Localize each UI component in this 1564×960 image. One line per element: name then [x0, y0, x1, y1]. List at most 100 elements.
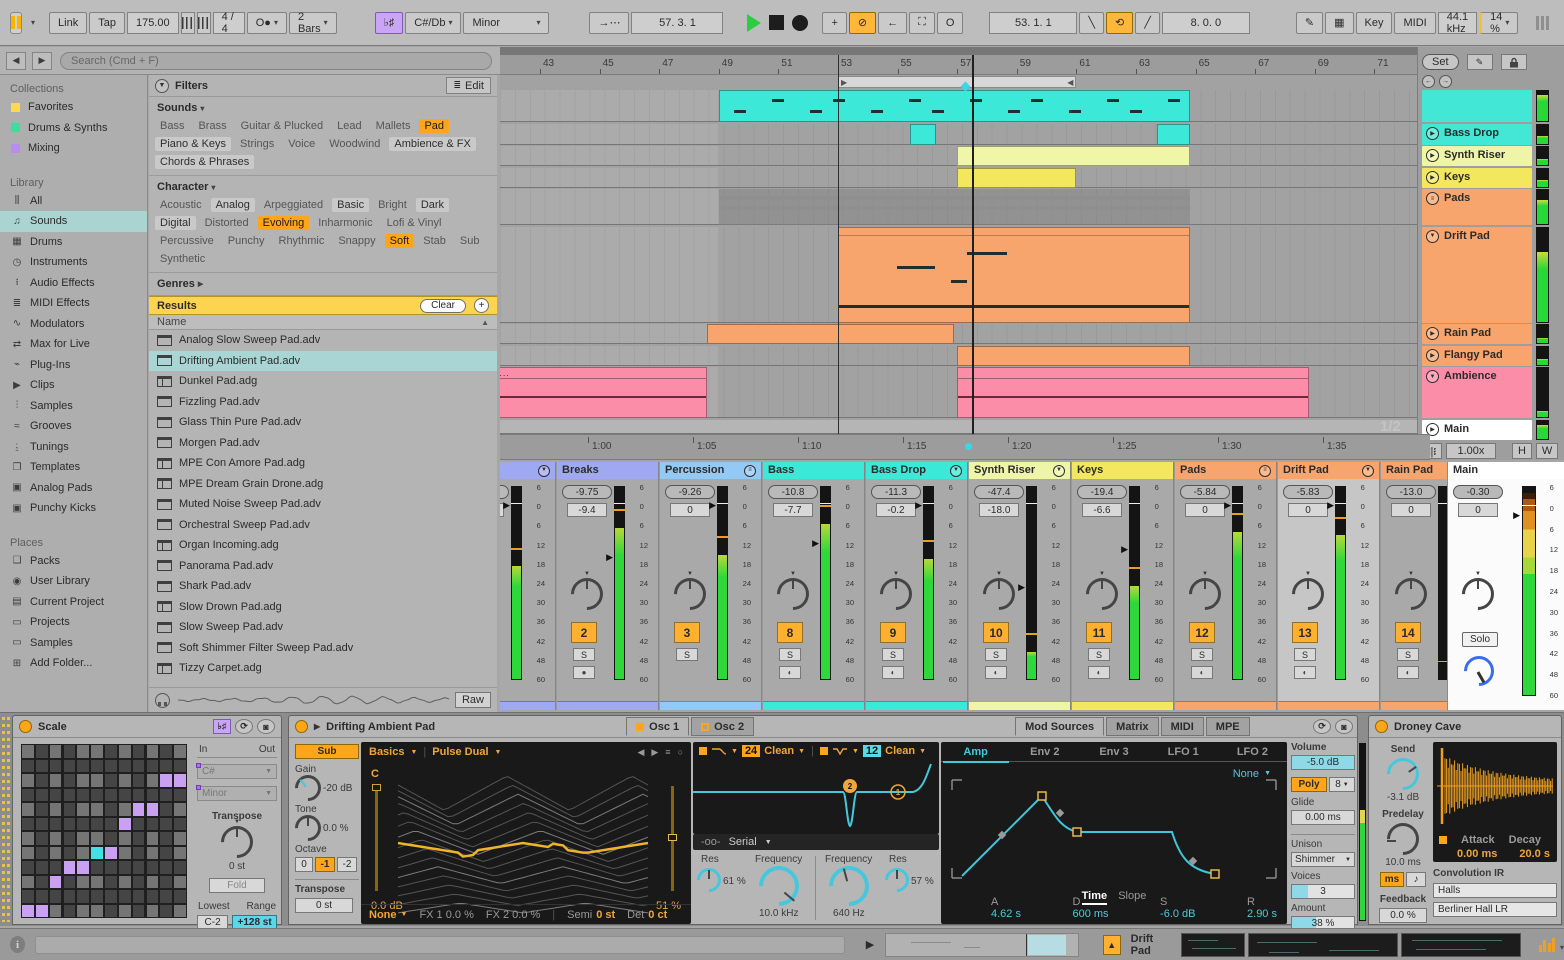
scale-grid-cell[interactable]: [132, 788, 145, 801]
filter-tag-brass[interactable]: Brass: [193, 119, 231, 133]
freq2-value[interactable]: 640 Hz: [833, 908, 865, 919]
scale-grid-cell[interactable]: [105, 788, 117, 801]
pan-knob[interactable]: ▼: [770, 571, 816, 617]
scale-grid-cell[interactable]: [35, 774, 48, 787]
scale-grid-cell[interactable]: [91, 745, 103, 758]
pan-knob[interactable]: ▼: [1079, 571, 1125, 617]
solo-button[interactable]: S: [1088, 648, 1110, 661]
scale-grid-cell[interactable]: [118, 817, 131, 830]
track-activator-number[interactable]: 14: [1395, 622, 1421, 643]
scale-grid-cell[interactable]: [118, 745, 131, 758]
output-levels-icon[interactable]: ▾: [1538, 937, 1564, 952]
scale-grid-cell[interactable]: [49, 788, 62, 801]
gain-field[interactable]: -18.0: [979, 503, 1019, 517]
scale-grid-cell[interactable]: [160, 861, 173, 874]
ir-attack-value[interactable]: 0.00 ms: [1457, 848, 1497, 860]
midi-map-button[interactable]: MIDI: [1394, 11, 1436, 34]
res1-knob[interactable]: [692, 863, 726, 897]
track-header-flangy-pad[interactable]: ▶ Flangy Pad: [1422, 345, 1532, 366]
device-view-toggle[interactable]: ▲: [1102, 934, 1121, 955]
filter1-type-icon[interactable]: [711, 746, 727, 756]
scale-save-icon[interactable]: ◙: [257, 719, 275, 734]
count-in-icon[interactable]: [196, 11, 211, 34]
sidebar-item-sounds[interactable]: ♫ Sounds: [0, 211, 147, 232]
fx1-value[interactable]: FX 1 0.0 %: [419, 909, 473, 921]
scale-grid-cell[interactable]: [35, 846, 48, 859]
scale-grid-cell[interactable]: [118, 759, 131, 772]
capture-midi-button[interactable]: ⛶: [909, 11, 935, 34]
scale-grid-cell[interactable]: [77, 832, 90, 845]
filter-tag-sub[interactable]: Sub: [455, 234, 485, 248]
scale-hot-swap-icon[interactable]: ⟳: [235, 719, 253, 734]
scale-grid-cell[interactable]: [22, 846, 34, 859]
res2-value[interactable]: 57 %: [911, 876, 934, 887]
result-item[interactable]: Dunkel Pad.adg: [149, 371, 497, 392]
re-enable-automation-button[interactable]: ←: [878, 11, 908, 34]
scale-grid-cell[interactable]: [132, 759, 145, 772]
sidebar-item-packs[interactable]: ❏ Packs: [0, 551, 147, 572]
scale-grid-cell[interactable]: [63, 875, 76, 888]
browser-forward-button[interactable]: ▶: [32, 51, 52, 70]
preview-waveform[interactable]: [178, 692, 449, 708]
loop-brace[interactable]: ▶ ◀: [838, 76, 1077, 88]
character-section-title[interactable]: Character: [157, 181, 208, 193]
results-name-header[interactable]: Name ▲: [149, 315, 497, 330]
scale-grid-cell[interactable]: [49, 745, 62, 758]
arrangement-clip[interactable]: [718, 90, 1190, 122]
track-header-ambience[interactable]: ▼ Ambience: [1422, 367, 1532, 418]
strip-header-icon[interactable]: ≡: [1259, 464, 1271, 477]
octave-0-button[interactable]: 0: [295, 857, 313, 872]
filter-tag-basic[interactable]: Basic: [332, 198, 370, 212]
droney-activator[interactable]: [1375, 720, 1388, 733]
ms-toggle[interactable]: ms: [1380, 872, 1404, 887]
live-logo[interactable]: [10, 11, 22, 34]
filter-curve[interactable]: 2 1: [693, 762, 939, 832]
follow-button[interactable]: →⋯: [589, 11, 630, 34]
result-item[interactable]: Slow Drown Pad.adg: [149, 597, 497, 618]
attack-toggle[interactable]: [1439, 836, 1447, 844]
sidebar-item-instruments[interactable]: ◷ Instruments: [0, 252, 147, 273]
det-value[interactable]: 0 ct: [648, 909, 667, 921]
arm-button[interactable]: ◐: [779, 666, 801, 679]
result-item[interactable]: Slow Sweep Pad.adv: [149, 617, 497, 638]
scale-grid-cell[interactable]: [105, 832, 117, 845]
output-peak-value[interactable]: -9.31: [500, 485, 509, 499]
arm-button[interactable]: ◐: [985, 666, 1007, 679]
main-channel-strip[interactable]: Main -0.30 0 ▼ Solo 6 0 6 12 18 24 30 36 42 48 60 …: [1447, 462, 1564, 710]
sidebar-item-punchy-kicks[interactable]: ▣ Punchy Kicks: [0, 498, 147, 519]
arrangement-clip[interactable]: [909, 123, 937, 145]
tempo-field[interactable]: 175.00: [126, 11, 179, 34]
pan-knob[interactable]: ▼: [873, 571, 919, 617]
scale-grid-cell[interactable]: [91, 875, 103, 888]
arrangement-view[interactable]: 43 45 47 49 51 53 55 57 59 61 63 65 67 69 71 ▶ ◀ ...: [500, 47, 1417, 460]
scale-grid-cell[interactable]: [63, 817, 76, 830]
info-icon[interactable]: i: [10, 936, 25, 953]
mixer-strip-percussion[interactable]: Percussion ≡ -9.26 0 ▶ 6 0 6 12 18 24 30 36 42 48 6…: [660, 462, 762, 710]
osc-dest-menu[interactable]: None: [369, 909, 397, 921]
modtab-env-3[interactable]: Env 3: [1079, 746, 1148, 758]
filter1-toggle[interactable]: [699, 747, 707, 755]
decay-value[interactable]: 600 ms: [1072, 908, 1108, 920]
modtab-lfo-2[interactable]: LFO 2: [1218, 746, 1287, 758]
pan-knob[interactable]: ▼: [564, 571, 610, 617]
filter-tag-bass[interactable]: Bass: [155, 119, 189, 133]
link-button[interactable]: Link: [49, 11, 88, 34]
scale-grid-cell[interactable]: [118, 774, 131, 787]
sidebar-item-favorites[interactable]: Favorites: [0, 97, 147, 118]
track-activator-number[interactable]: 13: [1292, 622, 1318, 643]
scale-mode-dropdown[interactable]: Minor ▼: [196, 785, 277, 801]
result-item[interactable]: Organ Incoming.adg: [149, 535, 497, 556]
filters-collapse-icon[interactable]: ▼: [155, 78, 169, 93]
filter-tag-rhythmic[interactable]: Rhythmic: [274, 234, 330, 248]
scale-grid-cell[interactable]: [35, 759, 48, 772]
freq1-knob[interactable]: [750, 857, 808, 915]
scale-grid-cell[interactable]: [105, 861, 117, 874]
scale-grid-cell[interactable]: [160, 904, 173, 917]
output-peak-value[interactable]: -5.83: [1283, 485, 1333, 499]
scale-grid-cell[interactable]: [63, 759, 76, 772]
tab-osc2[interactable]: Osc 2: [691, 717, 755, 736]
tab-mpe[interactable]: MPE: [1205, 717, 1250, 736]
draw-mode-button[interactable]: ✎: [1295, 11, 1324, 34]
modtab-lfo-1[interactable]: LFO 1: [1149, 746, 1218, 758]
scale-grid-cell[interactable]: [118, 861, 131, 874]
